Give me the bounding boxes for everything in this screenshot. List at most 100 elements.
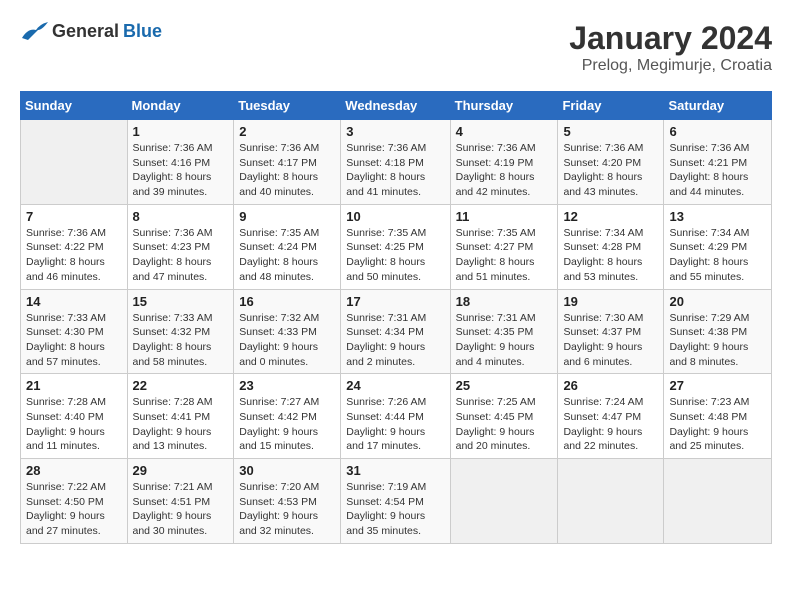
header-row: SundayMondayTuesdayWednesdayThursdayFrid…	[21, 92, 772, 120]
day-cell: 21Sunrise: 7:28 AMSunset: 4:40 PMDayligh…	[21, 374, 128, 459]
day-cell: 16 Sunrise: 7:32 AMSunset: 4:33 PMDayligh…	[234, 289, 341, 374]
day-info: Sunrise: 7:36 AMSunset: 4:19 PMDaylight:…	[456, 141, 553, 200]
day-number: 9	[239, 209, 335, 224]
header-day-tuesday: Tuesday	[234, 92, 341, 120]
week-row-2: 7 Sunrise: 7:36 AMSunset: 4:22 PMDaylight…	[21, 204, 772, 289]
day-number: 4	[456, 124, 553, 139]
header-day-monday: Monday	[127, 92, 234, 120]
day-info: Sunrise: 7:36 AMSunset: 4:16 PMDaylight:…	[133, 141, 229, 200]
calendar-table: SundayMondayTuesdayWednesdayThursdayFrid…	[20, 91, 772, 544]
day-info: Sunrise: 7:29 AMSunset: 4:38 PMDaylight:…	[669, 311, 766, 370]
day-cell	[558, 459, 664, 544]
day-cell: 29 Sunrise: 7:21 AMSunset: 4:51 PMDayligh…	[127, 459, 234, 544]
day-number: 26	[563, 378, 658, 393]
day-number: 1	[133, 124, 229, 139]
week-row-5: 28Sunrise: 7:22 AMSunset: 4:50 PMDayligh…	[21, 459, 772, 544]
day-info: Sunrise: 7:33 AMSunset: 4:32 PMDaylight:…	[133, 311, 229, 370]
day-info: Sunrise: 7:20 AMSunset: 4:53 PMDaylight:…	[239, 480, 335, 539]
day-info: Sunrise: 7:31 AMSunset: 4:34 PMDaylight:…	[346, 311, 444, 370]
day-info: Sunrise: 7:35 AMSunset: 4:24 PMDaylight:…	[239, 226, 335, 285]
day-cell: 27Sunrise: 7:23 AMSunset: 4:48 PMDayligh…	[664, 374, 772, 459]
day-number: 17	[346, 294, 444, 309]
day-cell: 2 Sunrise: 7:36 AMSunset: 4:17 PMDaylight…	[234, 120, 341, 205]
day-cell: 1 Sunrise: 7:36 AMSunset: 4:16 PMDaylight…	[127, 120, 234, 205]
day-info: Sunrise: 7:26 AMSunset: 4:44 PMDaylight:…	[346, 395, 444, 454]
day-cell: 6Sunrise: 7:36 AMSunset: 4:21 PMDaylight…	[664, 120, 772, 205]
day-number: 15	[133, 294, 229, 309]
day-number: 13	[669, 209, 766, 224]
header-day-wednesday: Wednesday	[341, 92, 450, 120]
header-day-thursday: Thursday	[450, 92, 558, 120]
day-cell: 22 Sunrise: 7:28 AMSunset: 4:41 PMDayligh…	[127, 374, 234, 459]
day-number: 14	[26, 294, 122, 309]
day-cell: 14Sunrise: 7:33 AMSunset: 4:30 PMDayligh…	[21, 289, 128, 374]
day-info: Sunrise: 7:34 AMSunset: 4:29 PMDaylight:…	[669, 226, 766, 285]
logo-icon	[20, 20, 48, 42]
day-info: Sunrise: 7:36 AMSunset: 4:18 PMDaylight:…	[346, 141, 444, 200]
header-day-saturday: Saturday	[664, 92, 772, 120]
week-row-1: 1 Sunrise: 7:36 AMSunset: 4:16 PMDaylight…	[21, 120, 772, 205]
day-number: 11	[456, 209, 553, 224]
day-info: Sunrise: 7:21 AMSunset: 4:51 PMDaylight:…	[133, 480, 229, 539]
day-number: 2	[239, 124, 335, 139]
day-cell: 9 Sunrise: 7:35 AMSunset: 4:24 PMDaylight…	[234, 204, 341, 289]
day-info: Sunrise: 7:36 AMSunset: 4:23 PMDaylight:…	[133, 226, 229, 285]
day-number: 5	[563, 124, 658, 139]
day-info: Sunrise: 7:22 AMSunset: 4:50 PMDaylight:…	[26, 480, 122, 539]
day-cell: 25 Sunrise: 7:25 AMSunset: 4:45 PMDayligh…	[450, 374, 558, 459]
day-number: 20	[669, 294, 766, 309]
day-cell: 20 Sunrise: 7:29 AMSunset: 4:38 PMDayligh…	[664, 289, 772, 374]
day-info: Sunrise: 7:31 AMSunset: 4:35 PMDaylight:…	[456, 311, 553, 370]
day-info: Sunrise: 7:36 AMSunset: 4:22 PMDaylight:…	[26, 226, 122, 285]
day-cell: 28Sunrise: 7:22 AMSunset: 4:50 PMDayligh…	[21, 459, 128, 544]
day-info: Sunrise: 7:36 AMSunset: 4:17 PMDaylight:…	[239, 141, 335, 200]
day-info: Sunrise: 7:25 AMSunset: 4:45 PMDaylight:…	[456, 395, 553, 454]
day-number: 22	[133, 378, 229, 393]
day-info: Sunrise: 7:36 AMSunset: 4:20 PMDaylight:…	[563, 141, 658, 200]
week-row-4: 21Sunrise: 7:28 AMSunset: 4:40 PMDayligh…	[21, 374, 772, 459]
month-title: January 2024	[569, 20, 772, 57]
day-info: Sunrise: 7:24 AMSunset: 4:47 PMDaylight:…	[563, 395, 658, 454]
day-number: 3	[346, 124, 444, 139]
day-number: 7	[26, 209, 122, 224]
page-header: GeneralBlue January 2024 Prelog, Megimur…	[20, 20, 772, 75]
day-cell: 10Sunrise: 7:35 AMSunset: 4:25 PMDayligh…	[341, 204, 450, 289]
day-cell: 13 Sunrise: 7:34 AMSunset: 4:29 PMDayligh…	[664, 204, 772, 289]
day-cell: 4 Sunrise: 7:36 AMSunset: 4:19 PMDaylight…	[450, 120, 558, 205]
day-info: Sunrise: 7:19 AMSunset: 4:54 PMDaylight:…	[346, 480, 444, 539]
day-number: 12	[563, 209, 658, 224]
week-row-3: 14Sunrise: 7:33 AMSunset: 4:30 PMDayligh…	[21, 289, 772, 374]
logo: GeneralBlue	[20, 20, 162, 42]
logo-blue: Blue	[123, 21, 162, 42]
title-block: January 2024 Prelog, Megimurje, Croatia	[569, 20, 772, 75]
day-info: Sunrise: 7:30 AMSunset: 4:37 PMDaylight:…	[563, 311, 658, 370]
day-number: 30	[239, 463, 335, 478]
day-cell: 24Sunrise: 7:26 AMSunset: 4:44 PMDayligh…	[341, 374, 450, 459]
day-info: Sunrise: 7:32 AMSunset: 4:33 PMDaylight:…	[239, 311, 335, 370]
day-cell: 3 Sunrise: 7:36 AMSunset: 4:18 PMDaylight…	[341, 120, 450, 205]
day-cell: 5 Sunrise: 7:36 AMSunset: 4:20 PMDaylight…	[558, 120, 664, 205]
day-number: 6	[669, 124, 766, 139]
day-cell: 18Sunrise: 7:31 AMSunset: 4:35 PMDayligh…	[450, 289, 558, 374]
day-cell: 15 Sunrise: 7:33 AMSunset: 4:32 PMDayligh…	[127, 289, 234, 374]
day-info: Sunrise: 7:27 AMSunset: 4:42 PMDaylight:…	[239, 395, 335, 454]
day-number: 25	[456, 378, 553, 393]
day-cell	[450, 459, 558, 544]
day-cell: 19Sunrise: 7:30 AMSunset: 4:37 PMDayligh…	[558, 289, 664, 374]
day-cell: 11Sunrise: 7:35 AMSunset: 4:27 PMDayligh…	[450, 204, 558, 289]
day-number: 27	[669, 378, 766, 393]
logo-general: General	[52, 21, 119, 42]
day-number: 29	[133, 463, 229, 478]
day-number: 23	[239, 378, 335, 393]
header-day-friday: Friday	[558, 92, 664, 120]
header-day-sunday: Sunday	[21, 92, 128, 120]
day-number: 31	[346, 463, 444, 478]
day-number: 16	[239, 294, 335, 309]
day-info: Sunrise: 7:28 AMSunset: 4:41 PMDaylight:…	[133, 395, 229, 454]
day-cell: 31 Sunrise: 7:19 AMSunset: 4:54 PMDayligh…	[341, 459, 450, 544]
day-info: Sunrise: 7:34 AMSunset: 4:28 PMDaylight:…	[563, 226, 658, 285]
day-cell: 7 Sunrise: 7:36 AMSunset: 4:22 PMDaylight…	[21, 204, 128, 289]
calendar-body: 1 Sunrise: 7:36 AMSunset: 4:16 PMDaylight…	[21, 120, 772, 544]
calendar-header: SundayMondayTuesdayWednesdayThursdayFrid…	[21, 92, 772, 120]
day-cell: 12 Sunrise: 7:34 AMSunset: 4:28 PMDayligh…	[558, 204, 664, 289]
